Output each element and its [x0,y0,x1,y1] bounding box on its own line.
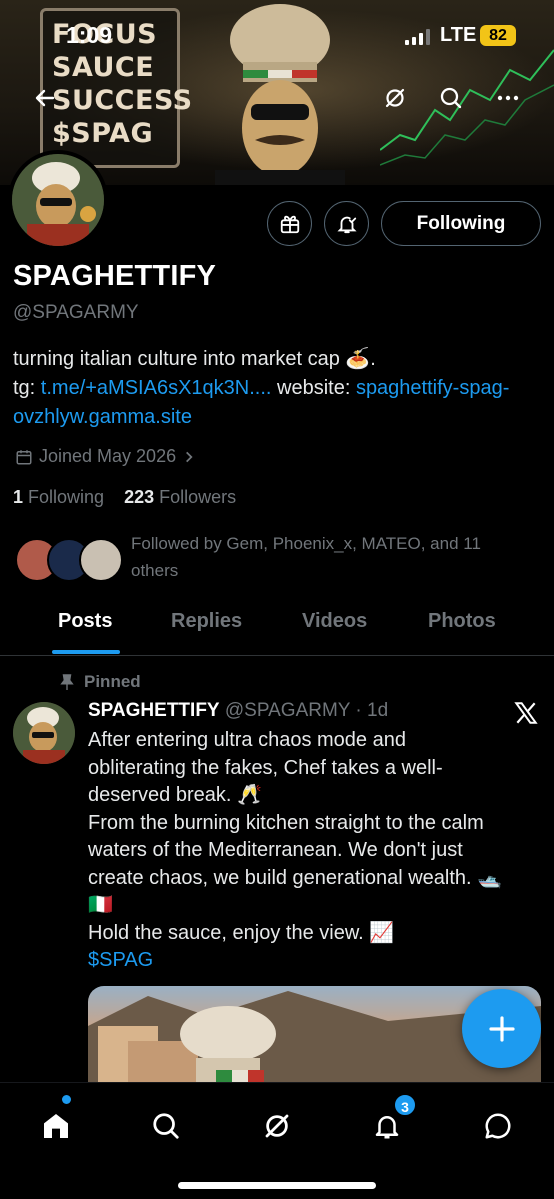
nav-home[interactable] [31,1101,81,1151]
post-line: After entering ultra chaos mode and [88,729,406,751]
following-count: 1 [13,487,24,507]
post-author-avatar[interactable] [13,702,75,764]
home-indicator[interactable] [178,1182,376,1189]
joined-text: Joined May 2026 [39,446,177,466]
x-logo-icon [514,702,538,724]
chevron-right-icon [186,451,193,462]
bell-icon [375,1116,399,1139]
post-line: waters of the Mediterranean. We don't ju… [88,839,463,861]
notifications-toggle-button[interactable] [324,201,369,246]
cashtag-link[interactable]: $SPAG [88,947,538,975]
gift-icon [280,215,299,233]
tab-videos[interactable]: Videos [302,610,367,633]
post-author-name[interactable]: SPAGHETTIFY [88,700,220,721]
more-button[interactable] [486,76,530,120]
search-icon [153,1113,179,1139]
grok-icon [265,1114,289,1138]
tab-replies[interactable]: Replies [171,610,242,633]
clock: 1:09 [66,22,113,48]
profile-tabs: Posts Replies Videos Photos [0,594,554,656]
profile-avatar[interactable] [8,150,108,250]
more-dots-icon [497,95,519,101]
back-arrow-icon [35,89,55,107]
calendar-icon [16,449,32,464]
gift-button[interactable] [267,201,312,246]
grok-icon [385,88,405,108]
post-line: deserved break. 🥂 [88,784,262,806]
battery-icon: 82 [480,25,516,46]
pinned-label: Pinned [60,672,141,692]
post-handle-time: @SPAGARMY · 1d [224,700,389,721]
profile-handle: @SPAGARMY [13,302,139,323]
followers-count: 223 [124,487,155,507]
bottom-navigation: 3 [0,1082,554,1199]
active-tab-indicator [52,650,120,654]
nav-messages[interactable] [473,1101,523,1151]
follow-counts: 1 Following 223 Followers [13,487,236,508]
home-unread-dot [62,1095,71,1104]
post-header: SPAGHETTIFY @SPAGARMY · 1d [88,700,388,722]
post-avatar-image [13,702,75,764]
telegram-link[interactable]: t.me/+aMSIA6sX1qk3N.... [41,377,272,399]
nav-search[interactable] [141,1101,191,1151]
followers-stat[interactable]: 223 Followers [124,487,236,507]
grok-button[interactable] [373,76,417,120]
nav-grok[interactable] [252,1101,302,1151]
post-line: From the burning kitchen straight to the… [88,811,484,834]
tab-posts[interactable]: Posts [58,610,112,633]
bell-check-icon [336,216,357,233]
back-button[interactable] [23,76,67,120]
sign-line: $SPAG [52,118,154,149]
display-name: SPAGHETTIFY [13,260,217,292]
following-label: Following [28,487,105,507]
followers-label: Followers [159,487,237,507]
pin-icon [60,674,74,690]
message-bubble-icon [485,1113,511,1139]
tab-photos[interactable]: Photos [428,610,496,633]
sign-line: SUCCESS [52,85,193,116]
bio-tg-label: tg: [13,377,41,399]
notifications-badge: 3 [393,1093,417,1117]
signal-icon [405,29,430,45]
profile-bio: turning italian culture into market cap … [13,345,543,432]
post-text: After entering ultra chaos mode and obli… [88,727,538,975]
post-line: 🇮🇹 [88,894,113,916]
following-button[interactable]: Following [381,201,541,246]
search-icon [440,87,462,109]
network-type: LTE [440,24,477,46]
search-button[interactable] [429,76,473,120]
compose-post-button[interactable] [462,989,541,1068]
bio-text: turning italian culture into market cap … [13,348,376,370]
joined-date[interactable]: Joined May 2026 [15,446,196,467]
post-line: create chaos, we build generational weal… [88,866,503,889]
status-bar: 1:09 LTE 82 [0,20,554,54]
plus-icon [488,1015,515,1042]
pinned-text: Pinned [84,672,141,691]
followed-by-text: Followed by Gem, Phoenix_x, MATEO, and 1… [131,534,481,580]
avatar-image [12,154,104,246]
follower-avatar [79,538,123,582]
followed-by-row[interactable]: Followed by Gem, Phoenix_x, MATEO, and 1… [13,530,543,586]
bio-website-label: website: [271,377,356,399]
post-line: obliterating the fakes, Chef takes a wel… [88,756,443,779]
post-line: Hold the sauce, enjoy the view. 📈 [88,921,395,944]
home-icon [44,1114,68,1138]
sign-line: SAUCE [52,52,155,83]
following-stat[interactable]: 1 Following [13,487,104,507]
